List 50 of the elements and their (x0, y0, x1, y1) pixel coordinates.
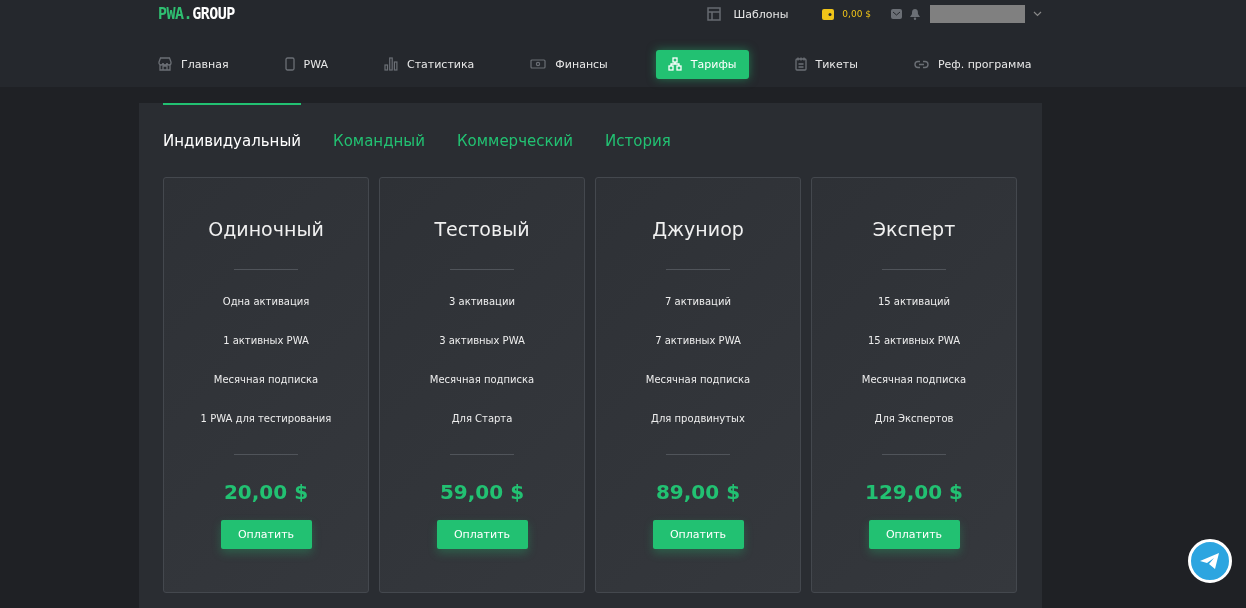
plan-feature: Месячная подписка (645, 373, 751, 387)
plan-price: 20,00 $ (223, 480, 309, 504)
banknote-icon (530, 59, 547, 69)
bar-chart-icon (383, 57, 398, 71)
logo[interactable]: PWA.GROUP (158, 5, 235, 23)
plan-feature: 7 активаций (665, 295, 731, 309)
tab[interactable]: Коммерческий (456, 103, 574, 177)
plan-price: 129,00 $ (864, 480, 964, 504)
plan-feature: Месячная подписка (429, 373, 535, 387)
plan-name: Тестовый (434, 218, 530, 240)
tab[interactable]: Командный (333, 103, 425, 177)
hierarchy-icon (667, 57, 682, 71)
phone-icon (284, 57, 295, 71)
plan-feature: 1 PWA для тестирования (200, 412, 332, 426)
plan-price: 89,00 $ (655, 480, 741, 504)
plan-feature: Одна активация (222, 295, 310, 309)
plan-feature: 3 активации (449, 295, 515, 309)
plan-feature: 1 активных PWA (223, 334, 309, 348)
plan-name: Одиночный (208, 218, 324, 240)
nav-item[interactable]: Главная (158, 49, 229, 79)
wallet-icon (822, 8, 835, 20)
plan-feature: Для Старта (451, 412, 513, 426)
plan-feature: Месячная подписка (213, 373, 319, 387)
balance[interactable]: 0,00 $ (842, 9, 871, 19)
plan-feature: Для Экспертов (874, 412, 954, 426)
nav-item[interactable]: Реф. программа (913, 49, 1032, 79)
telegram-button[interactable] (1188, 539, 1232, 583)
nav-item[interactable]: PWA (284, 49, 328, 79)
bell-icon[interactable] (910, 8, 920, 20)
templates-link[interactable]: Шаблоны (733, 7, 789, 21)
paper-plane-icon (1200, 552, 1220, 570)
link-icon (913, 59, 929, 69)
plan-name: Эксперт (872, 218, 956, 240)
plan-feature: Месячная подписка (861, 373, 967, 387)
nav-item[interactable]: Статистика (383, 49, 475, 79)
nav-item[interactable]: Финансы (530, 49, 608, 79)
layout-icon (707, 7, 722, 21)
plan-feature: Для продвинутых (651, 412, 745, 426)
nav-item[interactable]: Тикеты (794, 49, 858, 79)
plan-feature: 15 активаций (877, 295, 951, 309)
plan-feature: 7 активных PWA (655, 334, 741, 348)
store-icon (158, 57, 172, 71)
plan-feature: 3 активных PWA (439, 334, 525, 348)
chevron-down-icon[interactable] (1033, 11, 1042, 17)
mail-icon[interactable] (891, 9, 902, 19)
plan-name: Джуниор (652, 218, 744, 240)
tab[interactable]: История (605, 103, 671, 177)
plan-feature: 15 активных PWA (868, 334, 960, 348)
plan-price: 59,00 $ (439, 480, 525, 504)
notepad-icon (794, 57, 807, 71)
